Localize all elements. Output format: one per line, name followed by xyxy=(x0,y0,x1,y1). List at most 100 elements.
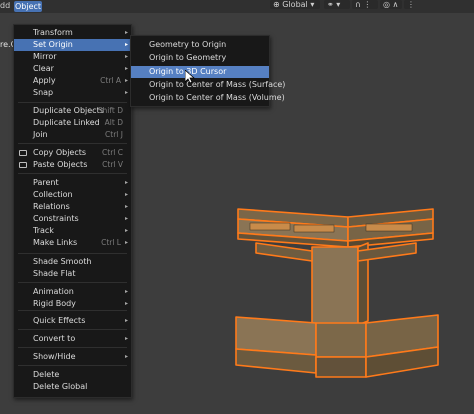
paste-icon xyxy=(19,162,27,168)
submenu-item-geometry-to-origin[interactable]: Geometry to Origin xyxy=(131,39,269,51)
selected-mesh-object[interactable] xyxy=(226,205,448,395)
menu-item-label: Constraints xyxy=(33,214,79,223)
menu-item-shortcut: Ctrl V xyxy=(102,160,123,169)
chevron-right-icon: ▸ xyxy=(124,335,128,342)
3d-viewport[interactable]: dd Object ⊕ Global ▾ ⚭ ▾ ∩ ⋮ ◎ ∧ ⋮ re.C xyxy=(0,0,474,414)
inner-ledge-left xyxy=(255,242,313,262)
menu-item-transform[interactable]: Transform ▸ xyxy=(14,27,131,39)
chevron-right-icon: ▸ xyxy=(124,353,128,360)
more-options-icon[interactable]: ⋮ xyxy=(404,0,415,9)
menu-item-clear[interactable]: Clear ▸ xyxy=(14,63,131,75)
menu-item-label: Paste Objects xyxy=(33,160,88,169)
menu-item-label: Set Origin xyxy=(33,40,73,49)
menu-item-label: Shade Smooth xyxy=(33,257,92,266)
menu-item-constraints[interactable]: Constraints ▸ xyxy=(14,213,131,225)
grille-right xyxy=(365,223,413,232)
menu-item-label: Quick Effects xyxy=(33,316,86,325)
menu-item-label: Show/Hide xyxy=(33,352,76,361)
menu-item-label: Collection xyxy=(33,190,73,199)
viewport-header: dd Object ⊕ Global ▾ ⚭ ▾ ∩ ⋮ ◎ ∧ ⋮ xyxy=(0,0,474,13)
chevron-right-icon: ▸ xyxy=(124,227,128,234)
menu-separator xyxy=(18,347,127,348)
menu-item-label: Make Links xyxy=(33,238,78,247)
menu-separator xyxy=(18,102,127,103)
submenu-item-origin-to-center-of-mass-surface[interactable]: Origin to Center of Mass (Surface) xyxy=(131,79,285,91)
menu-item-join[interactable]: Join Ctrl J xyxy=(14,129,131,141)
snap-dropdown[interactable]: ∩ ⋮ xyxy=(352,0,378,9)
base-center-block xyxy=(315,322,367,358)
proportional-editing-toggle[interactable]: ◎ ∧ xyxy=(380,0,402,9)
menu-item-shortcut: Ctrl C xyxy=(102,148,123,157)
menu-item-label: Relations xyxy=(33,202,70,211)
chevron-right-icon: ▸ xyxy=(124,65,128,72)
menu-item-delete[interactable]: Delete xyxy=(14,369,131,381)
menu-item-apply[interactable]: Apply Ctrl A ▸ xyxy=(14,75,131,87)
falloff-icon: ∧ xyxy=(392,0,399,9)
menu-item-label: Shade Flat xyxy=(33,269,76,278)
transform-orientation-dropdown[interactable]: ⊕ Global ▾ xyxy=(270,0,320,9)
menu-item-label: Delete Global xyxy=(33,382,88,391)
snap-target-icon: ⋮ xyxy=(363,0,372,9)
menu-item-shortcut: Alt D xyxy=(104,118,123,127)
menu-item-label: Apply xyxy=(33,76,56,85)
submenu-item-origin-to-center-of-mass-volume[interactable]: Origin to Center of Mass (Volume) xyxy=(131,92,285,104)
pivot-icon: ⚭ xyxy=(327,0,334,9)
menu-item-show-hide[interactable]: Show/Hide ▸ xyxy=(14,351,131,363)
mouse-cursor-icon xyxy=(185,70,195,84)
menu-item-duplicate-linked[interactable]: Duplicate Linked Alt D xyxy=(14,117,131,129)
object-dropdown-menu: Transform ▸ Set Origin ▸ Mirror ▸ Clear ▸ Apply C… xyxy=(13,24,132,398)
menu-item-convert-to[interactable]: Convert to ▸ xyxy=(14,333,131,345)
menu-item-label: Parent xyxy=(33,178,59,187)
menu-item-mirror[interactable]: Mirror ▸ xyxy=(14,51,131,63)
menu-separator xyxy=(18,310,127,311)
menu-item-shortcut: Ctrl J xyxy=(105,130,123,139)
chevron-right-icon: ▸ xyxy=(124,203,128,210)
menu-item-paste-objects[interactable]: Paste Objects Ctrl V xyxy=(14,159,131,171)
chevron-right-icon: ▸ xyxy=(124,191,128,198)
chevron-right-icon: ▸ xyxy=(124,215,128,222)
menu-separator xyxy=(18,329,127,330)
menu-separator xyxy=(18,253,127,254)
chevron-right-icon: ▸ xyxy=(124,89,128,96)
copy-icon xyxy=(19,150,27,156)
menu-item-shade-flat[interactable]: Shade Flat xyxy=(14,268,131,280)
menu-item-label: Rigid Body xyxy=(33,299,76,308)
submenu-item-label: Geometry to Origin xyxy=(149,40,227,49)
menu-item-label: Convert to xyxy=(33,334,76,343)
chevron-right-icon: ▸ xyxy=(124,77,128,84)
menu-item-track[interactable]: Track ▸ xyxy=(14,225,131,237)
set-origin-submenu: Geometry to Origin Origin to Geometry Orig… xyxy=(130,35,285,107)
menu-item-shade-smooth[interactable]: Shade Smooth xyxy=(14,256,131,268)
menu-item-label: Clear xyxy=(33,64,54,73)
menu-item-make-links[interactable]: Make Links Ctrl L ▸ xyxy=(14,237,131,249)
menu-separator xyxy=(18,173,127,174)
menu-item-quick-effects[interactable]: Quick Effects ▸ xyxy=(14,315,131,327)
menu-item-animation[interactable]: Animation ▸ xyxy=(14,286,131,298)
pivot-point-dropdown[interactable]: ⚭ ▾ xyxy=(324,0,350,9)
menu-item-shortcut: Shift D xyxy=(97,106,123,115)
submenu-item-origin-to-geometry[interactable]: Origin to Geometry xyxy=(131,52,269,64)
menu-item-parent[interactable]: Parent ▸ xyxy=(14,177,131,189)
menu-item-label: Copy Objects xyxy=(33,148,87,157)
transform-orientation-value: Global xyxy=(282,0,308,9)
menu-item-collection[interactable]: Collection ▸ xyxy=(14,189,131,201)
add-menu[interactable]: dd xyxy=(0,1,14,12)
menu-item-copy-objects[interactable]: Copy Objects Ctrl C xyxy=(14,147,131,159)
menu-item-rigid-body[interactable]: Rigid Body ▸ xyxy=(14,298,131,310)
menu-item-set-origin[interactable]: Set Origin ▸ xyxy=(14,39,131,51)
menu-item-duplicate-objects[interactable]: Duplicate Objects Shift D xyxy=(14,105,131,117)
menu-separator xyxy=(18,282,127,283)
menu-separator xyxy=(18,143,127,144)
menu-item-relations[interactable]: Relations ▸ xyxy=(14,201,131,213)
chevron-right-icon: ▸ xyxy=(124,288,128,295)
submenu-item-origin-to-3d-cursor[interactable]: Origin to 3D Cursor xyxy=(131,66,269,78)
post-front xyxy=(311,246,359,326)
menu-item-label: Track xyxy=(33,226,54,235)
menu-item-delete-global[interactable]: Delete Global xyxy=(14,381,131,393)
chevron-down-icon: ▾ xyxy=(310,0,315,9)
chevron-right-icon: ▸ xyxy=(124,300,128,307)
object-menu-button[interactable]: Object xyxy=(14,1,42,12)
menu-item-snap[interactable]: Snap ▸ xyxy=(14,87,131,99)
menu-item-label: Duplicate Linked xyxy=(33,118,100,127)
grille-left xyxy=(249,222,291,231)
